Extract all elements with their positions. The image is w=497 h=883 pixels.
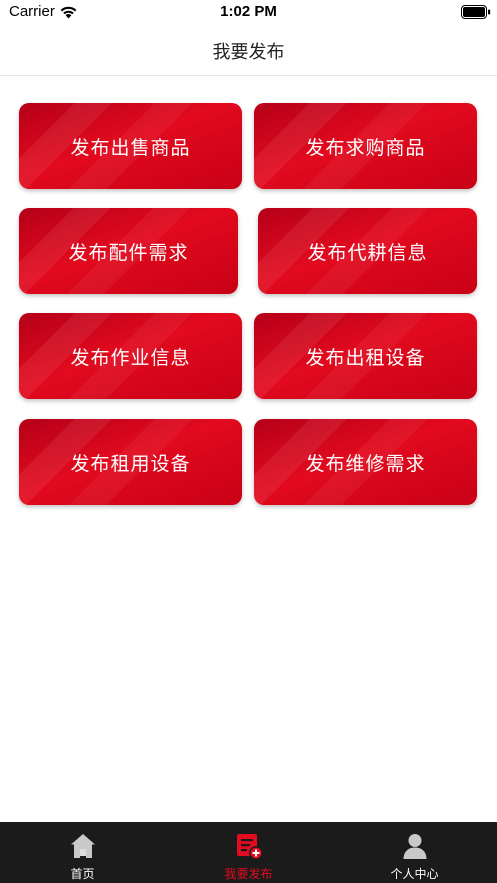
tab-home[interactable]: 首页 <box>0 822 165 883</box>
button-label: 发布配件需求 <box>68 241 189 264</box>
tab-publish[interactable]: 我要发布 <box>166 822 331 883</box>
bottom-tab-bar: 首页 我要发布 个人中心 <box>0 822 497 883</box>
button-label: 发布代耕信息 <box>307 241 428 264</box>
publish-icon <box>236 834 263 860</box>
publish-work-info-button[interactable]: 发布作业信息 <box>19 313 242 399</box>
home-icon <box>70 834 95 858</box>
publish-rent-equipment-button[interactable]: 发布租用设备 <box>19 419 242 505</box>
button-label: 发布租用设备 <box>70 452 191 475</box>
tab-profile[interactable]: 个人中心 <box>332 822 497 883</box>
person-icon <box>403 834 426 859</box>
button-label: 发布求购商品 <box>305 136 426 159</box>
publish-sell-goods-button[interactable]: 发布出售商品 <box>19 103 242 189</box>
button-label: 发布出租设备 <box>305 346 426 369</box>
publish-repair-demand-button[interactable]: 发布维修需求 <box>254 419 477 505</box>
tab-label: 个人中心 <box>390 867 439 881</box>
button-label: 发布维修需求 <box>305 452 426 475</box>
button-label: 发布作业信息 <box>70 346 191 369</box>
publish-buy-goods-button[interactable]: 发布求购商品 <box>254 103 477 189</box>
tab-label: 首页 <box>70 867 95 881</box>
publish-rent-out-equipment-button[interactable]: 发布出租设备 <box>254 313 477 399</box>
publish-action-grid: 发布出售商品 发布求购商品 发布配件需求 发布代耕信息 发布作业信息 发布出租设… <box>0 0 497 530</box>
publish-farming-service-button[interactable]: 发布代耕信息 <box>258 208 477 294</box>
publish-parts-demand-button[interactable]: 发布配件需求 <box>19 208 238 294</box>
tab-label: 我要发布 <box>224 867 273 881</box>
button-label: 发布出售商品 <box>70 136 191 159</box>
